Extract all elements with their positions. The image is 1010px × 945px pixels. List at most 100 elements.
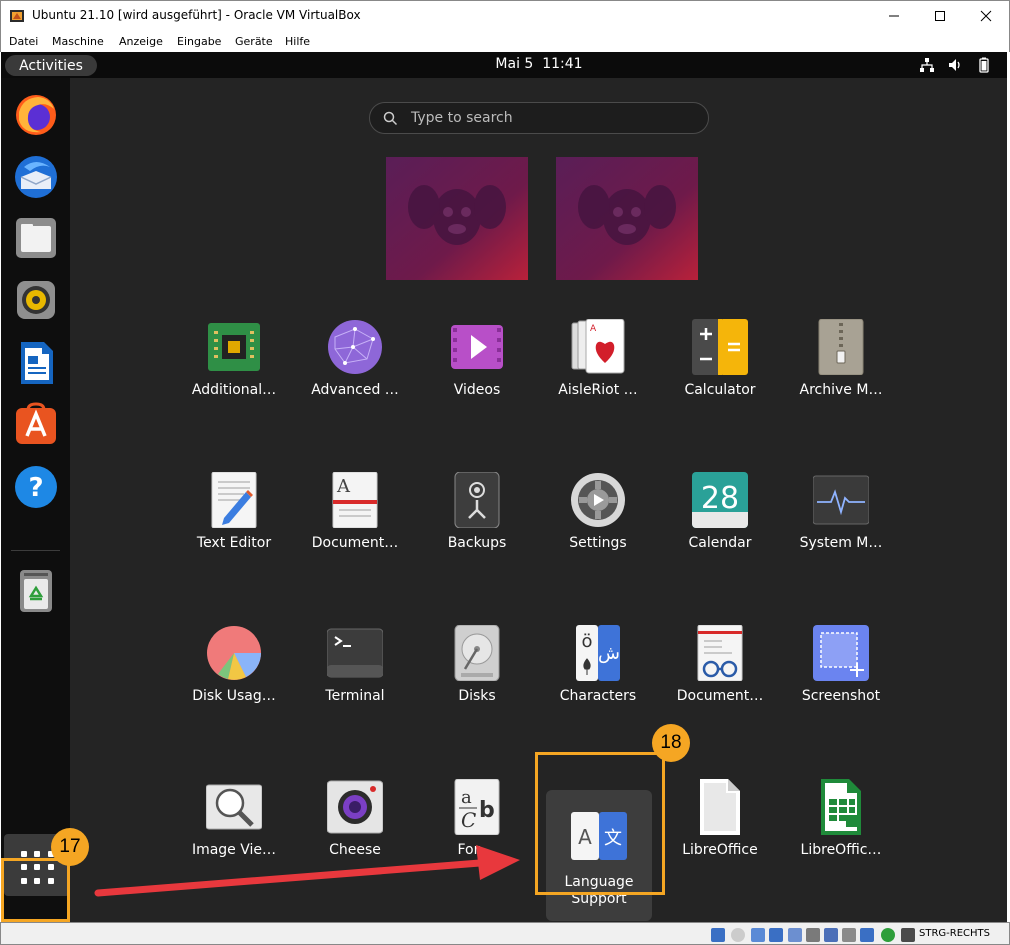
app-calendar[interactable]: 28 Calendar [660,461,780,571]
menu-anzeige[interactable]: Anzeige [119,35,163,48]
app-fonts[interactable]: a C b Fon… [417,768,537,878]
app-screenshot[interactable]: Screenshot [781,614,901,724]
menu-geraete[interactable]: Geräte [235,35,273,48]
workspace-wallpaper [556,157,698,280]
app-disks[interactable]: Disks [417,614,537,724]
rhythmbox-icon [16,280,55,319]
highlight-language-support [535,752,665,895]
app-label: System M… [799,535,883,551]
svg-text:?: ? [28,473,43,503]
shared-folders-icon[interactable] [806,928,820,942]
app-text-editor[interactable]: Text Editor [174,461,294,571]
dock-rhythmbox[interactable] [7,271,64,328]
workspace-thumbnail-2[interactable] [556,157,698,280]
keyboard-icon[interactable] [901,928,915,942]
app-calculator[interactable]: Calculator [660,308,780,418]
app-label: Disk Usag… [192,688,276,704]
ubuntu-software-icon [15,401,56,444]
dock-ubuntu-software[interactable] [7,396,64,453]
app-label: Image Vie… [191,842,277,858]
search-placeholder: Type to search [411,110,513,126]
menu-maschine[interactable]: Maschine [52,35,104,48]
app-libreoffice-calc[interactable]: LibreOffic… [781,768,901,878]
battery-icon[interactable] [976,57,992,73]
menu-datei[interactable]: Datei [9,35,38,48]
app-document-scanner[interactable]: A Document… [295,461,415,571]
dock-writer[interactable] [7,334,64,391]
app-label: Screenshot [801,688,881,704]
pie-chart-icon [207,626,261,680]
search-input[interactable]: Type to search [369,102,709,134]
dock-thunderbird[interactable] [7,148,64,205]
workspace-thumbnail-1[interactable] [386,157,528,280]
virtualization-icon[interactable] [860,928,874,942]
svg-text:b: b [479,798,495,823]
app-label: AisleRiot … [558,382,638,398]
app-label: Videos [453,382,501,398]
maximize-button[interactable] [917,1,963,31]
gear-icon [571,473,625,527]
harddisk-icon[interactable] [711,928,725,942]
minimize-button[interactable] [871,1,917,31]
app-settings[interactable]: Settings [538,461,658,571]
vm-screen: Activities Mai 5 11:41 ? Type to search … [1,52,1007,922]
usb-icon[interactable] [788,928,802,942]
disk-icon [454,625,500,681]
app-label: Calendar [688,535,752,551]
display-icon[interactable] [824,928,838,942]
maximize-icon [935,11,945,21]
app-label: Settings [569,535,627,551]
close-button[interactable] [963,1,1009,31]
image-viewer-icon [206,784,262,830]
app-image-viewer[interactable]: Image Vie… [174,768,294,878]
svg-text:a: a [461,787,472,808]
trash-icon [19,569,52,612]
help-icon: ? [14,465,57,508]
app-characters[interactable]: ö ش Characters [538,614,658,724]
app-disk-usage[interactable]: Disk Usag… [174,614,294,724]
activities-button[interactable]: Activities [5,55,97,76]
terminal-icon [327,628,383,678]
dock-files[interactable] [7,209,64,266]
optical-drive-icon[interactable] [731,928,745,942]
menu-eingabe[interactable]: Eingabe [177,35,221,48]
dock-trash[interactable] [7,562,64,619]
text-editor-icon [211,472,257,528]
app-label: Archive M… [799,382,883,398]
archive-icon [818,319,864,375]
app-cheese[interactable]: Cheese [295,768,415,878]
document-scanner-icon: A [332,472,378,528]
dock-help[interactable]: ? [7,458,64,515]
volume-icon[interactable] [947,57,963,73]
menu-hilfe[interactable]: Hilfe [285,35,310,48]
search-icon [383,111,398,126]
app-label: Calculator [684,382,756,398]
app-label: LibreOffic… [800,842,882,858]
fonts-icon: a C b [454,779,500,835]
window-titlebar: Ubuntu 21.10 [wird ausgeführt] - Oracle … [0,0,1010,31]
mouse-integration-icon[interactable] [881,928,895,942]
network-icon[interactable] [919,57,935,73]
app-videos[interactable]: Videos [417,308,537,418]
app-archive-manager[interactable]: Archive M… [781,308,901,418]
app-advanced-network[interactable]: Advanced … [295,308,415,418]
app-terminal[interactable]: Terminal [295,614,415,724]
app-additional-drivers[interactable]: Additional… [174,308,294,418]
app-label: Backups [447,535,507,551]
app-label: Terminal [325,688,385,704]
app-system-monitor[interactable]: System M… [781,461,901,571]
window-title: Ubuntu 21.10 [wird ausgeführt] - Oracle … [32,8,361,22]
step-badge-17: 17 [51,828,89,866]
dock-firefox[interactable] [7,86,64,143]
menubar: Datei Maschine Anzeige Eingabe Geräte Hi… [0,31,1010,52]
workspace-wallpaper [386,157,528,280]
audio-icon[interactable] [751,928,765,942]
app-document-viewer[interactable]: Document… [660,614,780,724]
app-backups[interactable]: Backups [417,461,537,571]
recording-icon[interactable] [842,928,856,942]
network-adapter-icon[interactable] [769,928,783,942]
app-aisleriot[interactable]: A AisleRiot … [538,308,658,418]
clock[interactable]: Mai 5 11:41 [441,56,637,72]
app-libreoffice[interactable]: LibreOffice [660,768,780,878]
characters-glyph: ö [581,631,592,652]
